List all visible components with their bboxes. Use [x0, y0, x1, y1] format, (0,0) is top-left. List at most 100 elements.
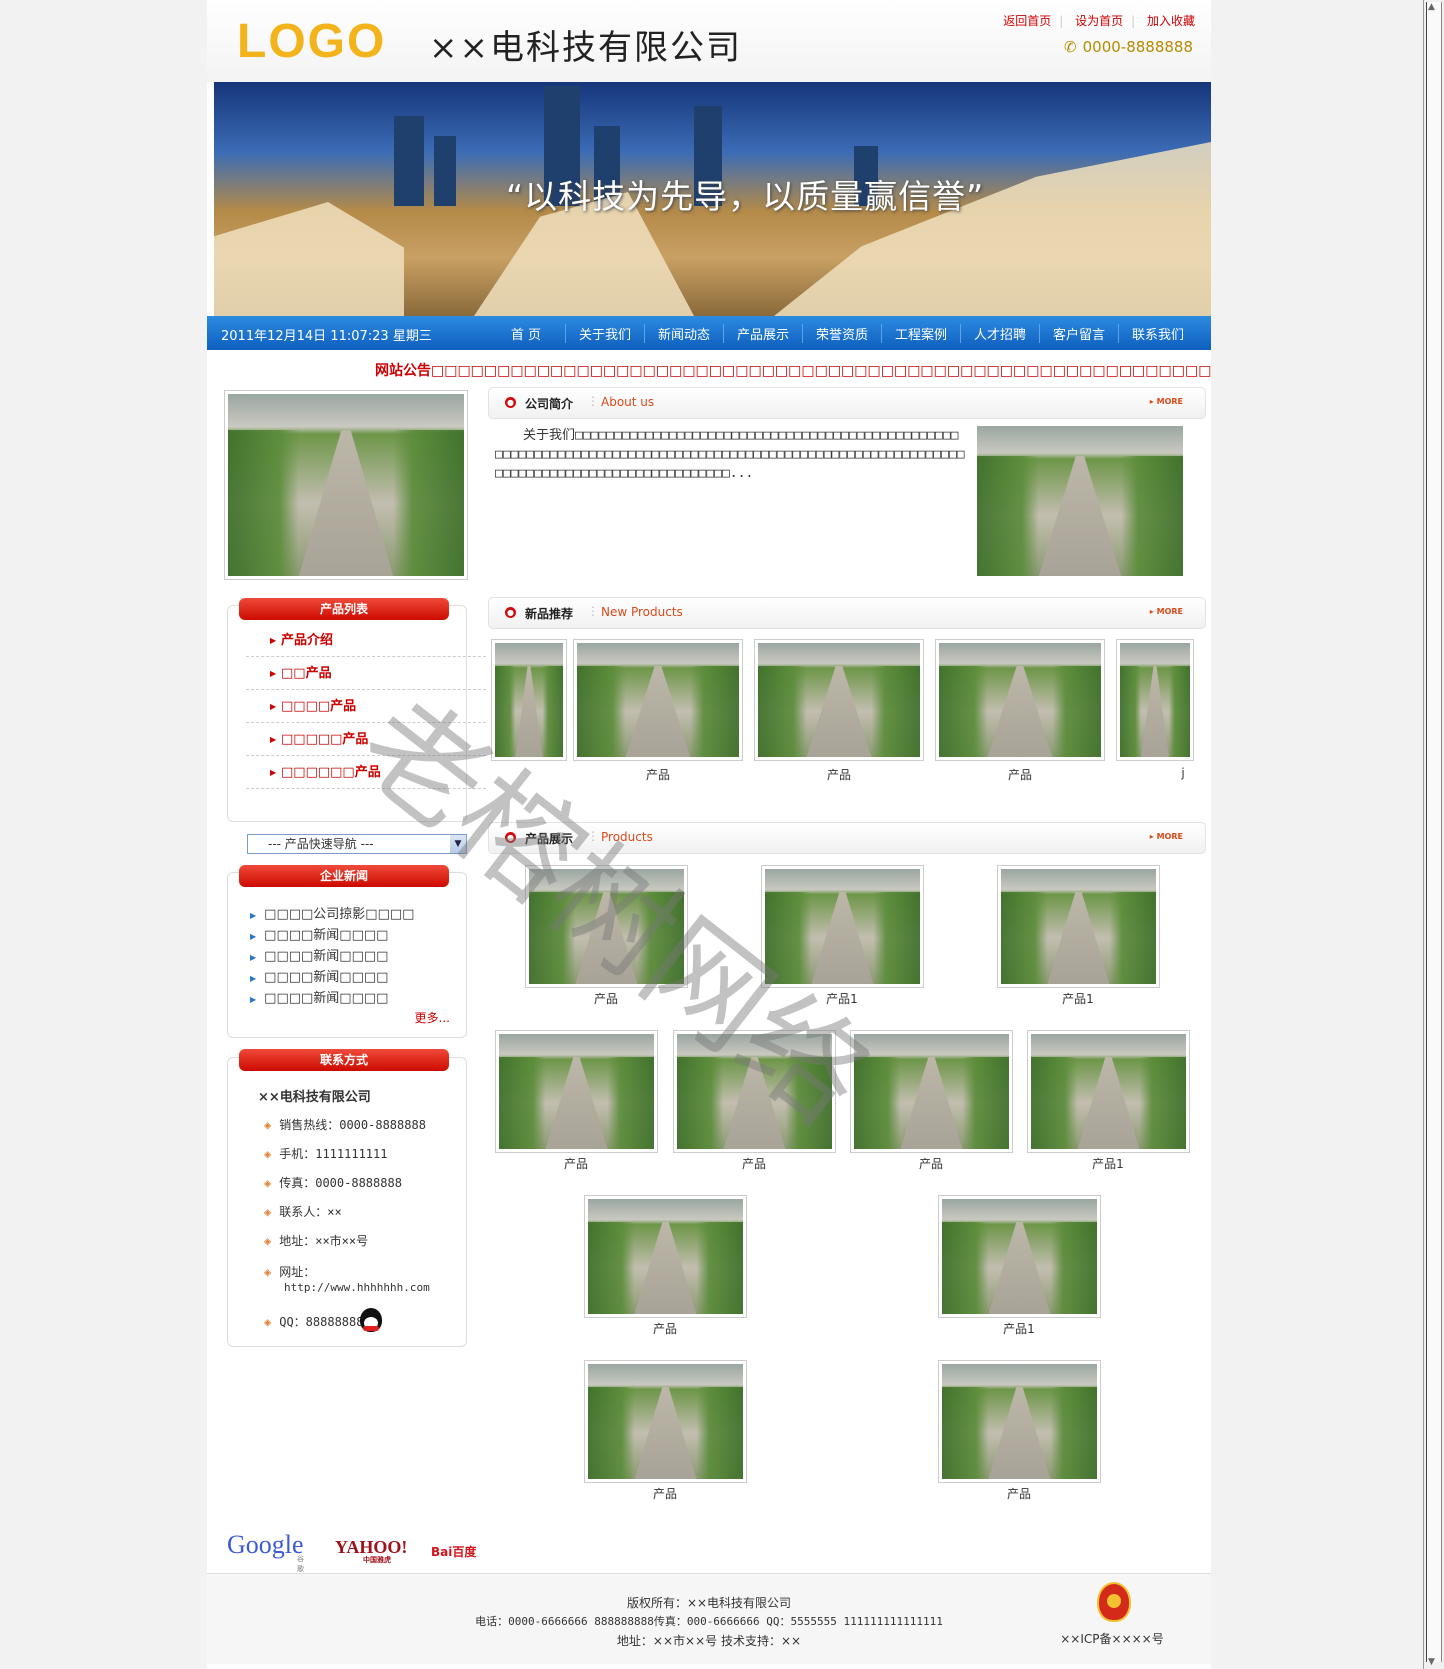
- footer: 版权所有：××电科技有限公司 电话：0000-6666666 888888888…: [207, 1573, 1211, 1664]
- product-list-item[interactable]: ▶ □□□□□产品: [246, 725, 486, 756]
- product-image[interactable]: [584, 1360, 747, 1483]
- product-image[interactable]: [495, 1030, 658, 1153]
- nav-menu: 首 页 关于我们 新闻动态 产品展示 荣誉资质 工程案例 人才招聘 客户留言 联…: [487, 324, 1197, 343]
- contact-company: ××电科技有限公司: [258, 1090, 371, 1105]
- nav-item-about[interactable]: 关于我们: [566, 324, 645, 343]
- product-image[interactable]: [997, 865, 1160, 988]
- nav-item-news[interactable]: 新闻动态: [645, 324, 724, 343]
- new-product-caption[interactable]: j: [1177, 766, 1189, 780]
- new-product-image[interactable]: [491, 639, 567, 761]
- product-image[interactable]: [761, 865, 924, 988]
- nav-item-jobs[interactable]: 人才招聘: [961, 324, 1040, 343]
- quick-nav-select[interactable]: --- 产品快速导航 --- ▼: [247, 834, 467, 854]
- new-product-caption[interactable]: 产品: [754, 766, 924, 783]
- police-badge-icon[interactable]: [1097, 1582, 1131, 1622]
- product-image[interactable]: [584, 1195, 747, 1318]
- site-logo[interactable]: LOGO: [237, 14, 386, 69]
- nav-item-home[interactable]: 首 页: [487, 324, 566, 343]
- product-caption[interactable]: 产品: [850, 1155, 1012, 1172]
- yahoo-logo[interactable]: YAHOO! 中国雅虎: [335, 1537, 407, 1564]
- new-product-image[interactable]: [754, 639, 924, 761]
- product-image[interactable]: [1027, 1030, 1190, 1153]
- product-caption[interactable]: 产品: [584, 1320, 746, 1337]
- nav-item-cases[interactable]: 工程案例: [882, 324, 961, 343]
- about-header: ● 公司简介 ⋮ About us ▸ MORE: [488, 387, 1206, 419]
- product-list-panel: ▶ 产品介绍 ▶ □□产品 ▶ □□□□产品 ▶ □□□□□产品 ▶ □□□□□□产品: [227, 605, 486, 822]
- new-product-caption[interactable]: 产品: [935, 766, 1105, 783]
- product-caption[interactable]: 产品1: [761, 990, 923, 1007]
- set-homepage-link[interactable]: 设为首页: [1075, 14, 1123, 28]
- footer-copyright: 版权所有：××电科技有限公司: [626, 1596, 792, 1610]
- about-more-link[interactable]: ▸ MORE: [1150, 397, 1183, 406]
- product-image[interactable]: [938, 1195, 1101, 1318]
- company-name: ××电科技有限公司: [429, 28, 742, 68]
- home-link[interactable]: 返回首页: [1003, 14, 1051, 28]
- scrollbar[interactable]: ▲ ▼: [1423, 0, 1444, 1669]
- phone: ✆ 0000-8888888: [1064, 38, 1193, 56]
- add-favorite-link[interactable]: 加入收藏: [1147, 14, 1195, 28]
- news-item[interactable]: ▶ □□□□新闻□□□□: [250, 945, 388, 964]
- product-caption[interactable]: 产品1: [997, 990, 1159, 1007]
- page-container: LOGO ××电科技有限公司 返回首页 | 设为首页 | 加入收藏 ✆ 0000-88…: [207, 0, 1211, 1669]
- products-title: 产品展示: [525, 832, 574, 846]
- product-list-item[interactable]: ▶ □□产品: [246, 659, 486, 690]
- scroll-up-icon[interactable]: ▲: [1428, 2, 1435, 12]
- product-list-item[interactable]: ▶ □□□□产品: [246, 692, 486, 723]
- contact-person: ◈ 联系人：××: [264, 1205, 342, 1219]
- product-list-item[interactable]: ▶ □□□□□□产品: [246, 758, 486, 789]
- chevron-down-icon[interactable]: ▼: [450, 835, 466, 853]
- qq-penguin-icon[interactable]: [360, 1308, 382, 1332]
- product-image[interactable]: [525, 865, 688, 988]
- contact-hotline: ◈ 销售热线：0000-8888888: [264, 1118, 426, 1132]
- top-links: 返回首页 | 设为首页 | 加入收藏: [1003, 14, 1195, 28]
- contact-mobile: ◈ 手机：1111111111: [264, 1147, 388, 1161]
- product-image[interactable]: [938, 1360, 1101, 1483]
- new-products-subtitle: New Products: [601, 605, 683, 619]
- banner-slogan: “以科技为先导，以质量赢信誉”: [506, 177, 985, 216]
- news-item[interactable]: ▶ □□□□公司掠影□□□□: [250, 903, 414, 922]
- news-item[interactable]: ▶ □□□□新闻□□□□: [250, 966, 388, 985]
- scrollbar-thumb[interactable]: [1426, 2, 1442, 1662]
- product-caption[interactable]: 产品: [525, 990, 687, 1007]
- products-subtitle: Products: [601, 830, 653, 844]
- product-list-item[interactable]: ▶ 产品介绍: [246, 626, 486, 657]
- new-products-more-link[interactable]: ▸ MORE: [1150, 607, 1183, 616]
- new-product-image[interactable]: [1116, 639, 1194, 761]
- header: LOGO ××电科技有限公司 返回首页 | 设为首页 | 加入收藏 ✆ 0000-88…: [207, 0, 1211, 82]
- scroll-down-icon[interactable]: ▼: [1428, 1657, 1435, 1667]
- contact-title: 联系方式: [239, 1049, 449, 1071]
- main-nav: 2011年12月14日 11:07:23 星期三 首 页 关于我们 新闻动态 产…: [207, 316, 1211, 350]
- icp-record[interactable]: ××ICP备××××号: [1047, 1630, 1177, 1647]
- news-panel: ▶ □□□□公司掠影□□□□ ▶ □□□□新闻□□□□ ▶ □□□□新闻□□□□ ▶ □…: [227, 872, 467, 1038]
- product-caption[interactable]: 产品1: [1027, 1155, 1189, 1172]
- news-item[interactable]: ▶ □□□□新闻□□□□: [250, 987, 388, 1006]
- product-caption[interactable]: 产品: [938, 1485, 1100, 1502]
- nav-item-honors[interactable]: 荣誉资质: [803, 324, 882, 343]
- news-title: 企业新闻: [239, 865, 449, 887]
- contact-website: ◈ 网址： http://www.hhhhhhh.com: [264, 1265, 430, 1294]
- new-product-caption[interactable]: 产品: [573, 766, 743, 783]
- site-notice[interactable]: 网站公告□□□□□□□□□□□□□□□□□□□□□□□□□□□□□□□□□□□□…: [375, 360, 1211, 380]
- website-link[interactable]: http://www.hhhhhhh.com: [284, 1281, 430, 1294]
- product-caption[interactable]: 产品1: [938, 1320, 1100, 1337]
- nav-item-contact[interactable]: 联系我们: [1119, 324, 1197, 343]
- product-image[interactable]: [673, 1030, 836, 1153]
- product-image[interactable]: [850, 1030, 1013, 1153]
- product-caption[interactable]: 产品: [495, 1155, 657, 1172]
- news-item[interactable]: ▶ □□□□新闻□□□□: [250, 924, 388, 943]
- contact-address: ◈ 地址：××市××号: [264, 1234, 369, 1248]
- new-product-image[interactable]: [573, 639, 743, 761]
- product-caption[interactable]: 产品: [584, 1485, 746, 1502]
- nav-item-products[interactable]: 产品展示: [724, 324, 803, 343]
- nav-item-guestbook[interactable]: 客户留言: [1040, 324, 1119, 343]
- baidu-logo[interactable]: Bai百度: [431, 1543, 476, 1560]
- contact-qq: ◈ QQ：88888888: [264, 1315, 364, 1329]
- section-bullet-icon: ●: [505, 607, 516, 618]
- about-text: 关于我们□□□□□□□□□□□□□□□□□□□□□□□□□□□□□□□□□□□□…: [495, 428, 965, 481]
- products-more-link[interactable]: ▸ MORE: [1150, 832, 1183, 841]
- new-product-image[interactable]: [935, 639, 1105, 761]
- google-logo[interactable]: Google 谷歌: [227, 1530, 304, 1573]
- product-caption[interactable]: 产品: [673, 1155, 835, 1172]
- new-products-header: ● 新品推荐 ⋮ New Products ▸ MORE: [488, 597, 1206, 629]
- news-more-link[interactable]: 更多...: [415, 1009, 450, 1026]
